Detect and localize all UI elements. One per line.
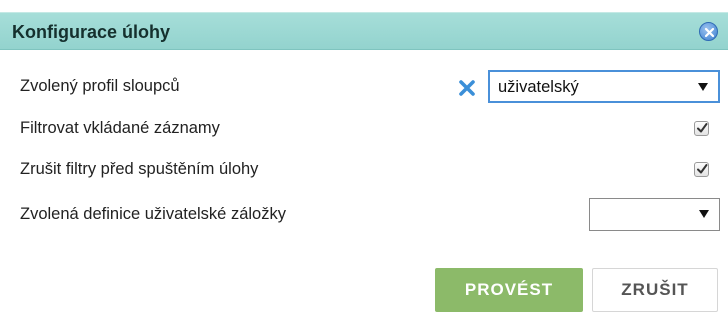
tab-definition-label: Zvolená definice uživatelské záložky	[20, 205, 286, 223]
checkmark-icon	[697, 123, 708, 133]
row-filter-inserted: Filtrovat vkládané záznamy	[0, 112, 728, 146]
chevron-down-icon	[699, 210, 709, 218]
tab-definition-select[interactable]	[589, 198, 720, 231]
column-profile-value: uživatelský	[498, 78, 579, 96]
column-profile-label: Zvolený profil sloupců	[20, 77, 180, 95]
dialog-title: Konfigurace úlohy	[12, 22, 171, 42]
filter-inserted-label: Filtrovat vkládané záznamy	[20, 119, 220, 137]
dialog-titlebar: Konfigurace úlohy	[0, 12, 728, 50]
row-column-profile: Zvolený profil sloupců uživatelský	[0, 70, 728, 104]
column-profile-select[interactable]: uživatelský	[488, 70, 720, 103]
execute-button[interactable]: PROVÉST	[435, 268, 583, 312]
clear-filters-label: Zrušit filtry před spuštěním úlohy	[20, 160, 259, 178]
close-icon[interactable]	[699, 22, 718, 41]
filter-inserted-checkbox[interactable]	[694, 121, 709, 136]
clear-filters-checkbox[interactable]	[694, 162, 709, 177]
cancel-button[interactable]: ZRUŠIT	[592, 268, 718, 312]
task-configuration-dialog: Konfigurace úlohy Zvolený profil sloupců…	[0, 0, 728, 324]
checkmark-icon	[697, 164, 708, 174]
clear-x-icon[interactable]	[458, 79, 476, 97]
row-tab-definition: Zvolená definice uživatelské záložky	[0, 198, 728, 232]
chevron-down-icon	[698, 83, 708, 91]
row-clear-filters: Zrušit filtry před spuštěním úlohy	[0, 153, 728, 187]
